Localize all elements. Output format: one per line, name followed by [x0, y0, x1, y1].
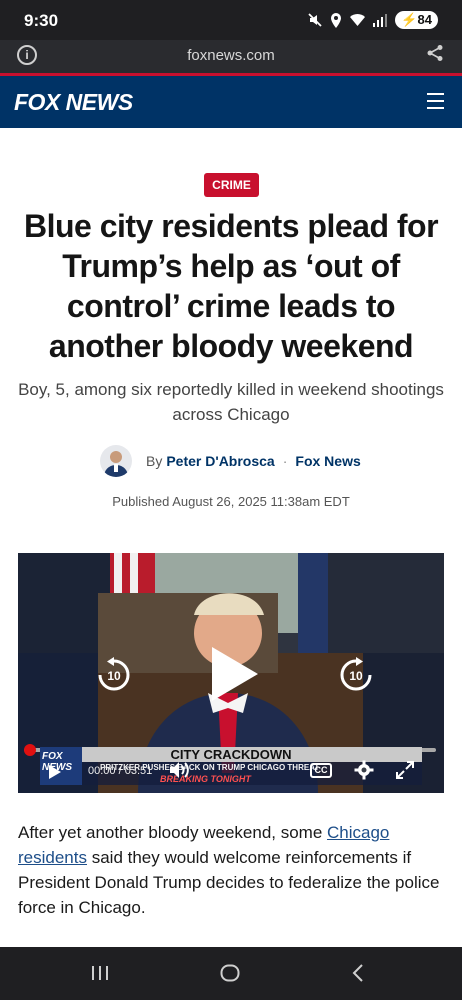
- site-header: FOX NEWS: [0, 73, 462, 128]
- battery-level: 84: [417, 12, 432, 27]
- time-current: 00:00: [88, 765, 116, 777]
- headline: Blue city residents plead for Trump’s he…: [23, 208, 439, 364]
- outlet-link[interactable]: Fox News: [295, 453, 360, 469]
- video-player[interactable]: 10 10 CITY CRACKDOWN PRITZKER PUSHES BAC…: [18, 553, 444, 793]
- closed-captions-button[interactable]: CC: [310, 763, 332, 778]
- url-text[interactable]: foxnews.com: [0, 47, 462, 64]
- byline-separator: ·: [282, 453, 288, 469]
- home-icon[interactable]: [220, 964, 240, 982]
- share-icon[interactable]: [426, 44, 444, 62]
- video-time: 00:00 / 03:51: [88, 765, 152, 777]
- subheadline: Boy, 5, among six reportedly killed in w…: [18, 380, 444, 424]
- hamburger-icon[interactable]: [427, 93, 444, 109]
- byline: By Peter D'Abrosca · Fox News: [100, 443, 361, 479]
- system-nav-bar: [0, 947, 462, 1000]
- fullscreen-icon[interactable]: [395, 760, 415, 780]
- progress-knob[interactable]: [24, 744, 36, 756]
- published-date: Published August 26, 2025 11:38am EDT: [112, 494, 350, 509]
- logo-text: FOX NEWS: [14, 89, 133, 115]
- play-small-icon[interactable]: [48, 764, 62, 780]
- wifi-icon: [350, 14, 366, 26]
- volume-icon[interactable]: [168, 760, 192, 780]
- time-separator: /: [118, 765, 122, 777]
- recent-apps-icon[interactable]: [91, 965, 109, 981]
- skip-back-icon[interactable]: 10: [96, 657, 132, 693]
- skip-forward-label: 10: [349, 669, 363, 683]
- cc-label: CC: [314, 765, 328, 775]
- paragraph-start: After yet another bloody weekend, some: [18, 823, 328, 842]
- author-avatar[interactable]: [100, 445, 132, 477]
- mute-icon: [308, 13, 322, 27]
- skip-forward-icon[interactable]: 10: [338, 657, 374, 693]
- browser-url-bar[interactable]: i foxnews.com: [0, 40, 462, 73]
- settings-gear-icon[interactable]: [354, 760, 374, 780]
- category-badge[interactable]: CRIME: [204, 173, 259, 197]
- author-link[interactable]: Peter D'Abrosca: [166, 453, 274, 469]
- status-time: 9:30: [24, 11, 59, 30]
- status-bar: 9:30 ⚡84: [0, 0, 462, 40]
- back-icon[interactable]: [352, 964, 364, 982]
- article-paragraph: After yet another bloody weekend, some C…: [18, 820, 448, 920]
- byline-prefix: By: [146, 453, 163, 469]
- fox-news-logo[interactable]: FOX NEWS: [14, 89, 133, 116]
- battery-icon: ⚡84: [395, 11, 438, 29]
- signal-icon: [373, 13, 388, 27]
- status-icons: ⚡84: [308, 11, 438, 29]
- time-total: 03:51: [124, 765, 153, 777]
- play-icon[interactable]: [210, 645, 260, 703]
- location-icon: [331, 12, 342, 28]
- skip-back-label: 10: [107, 669, 121, 683]
